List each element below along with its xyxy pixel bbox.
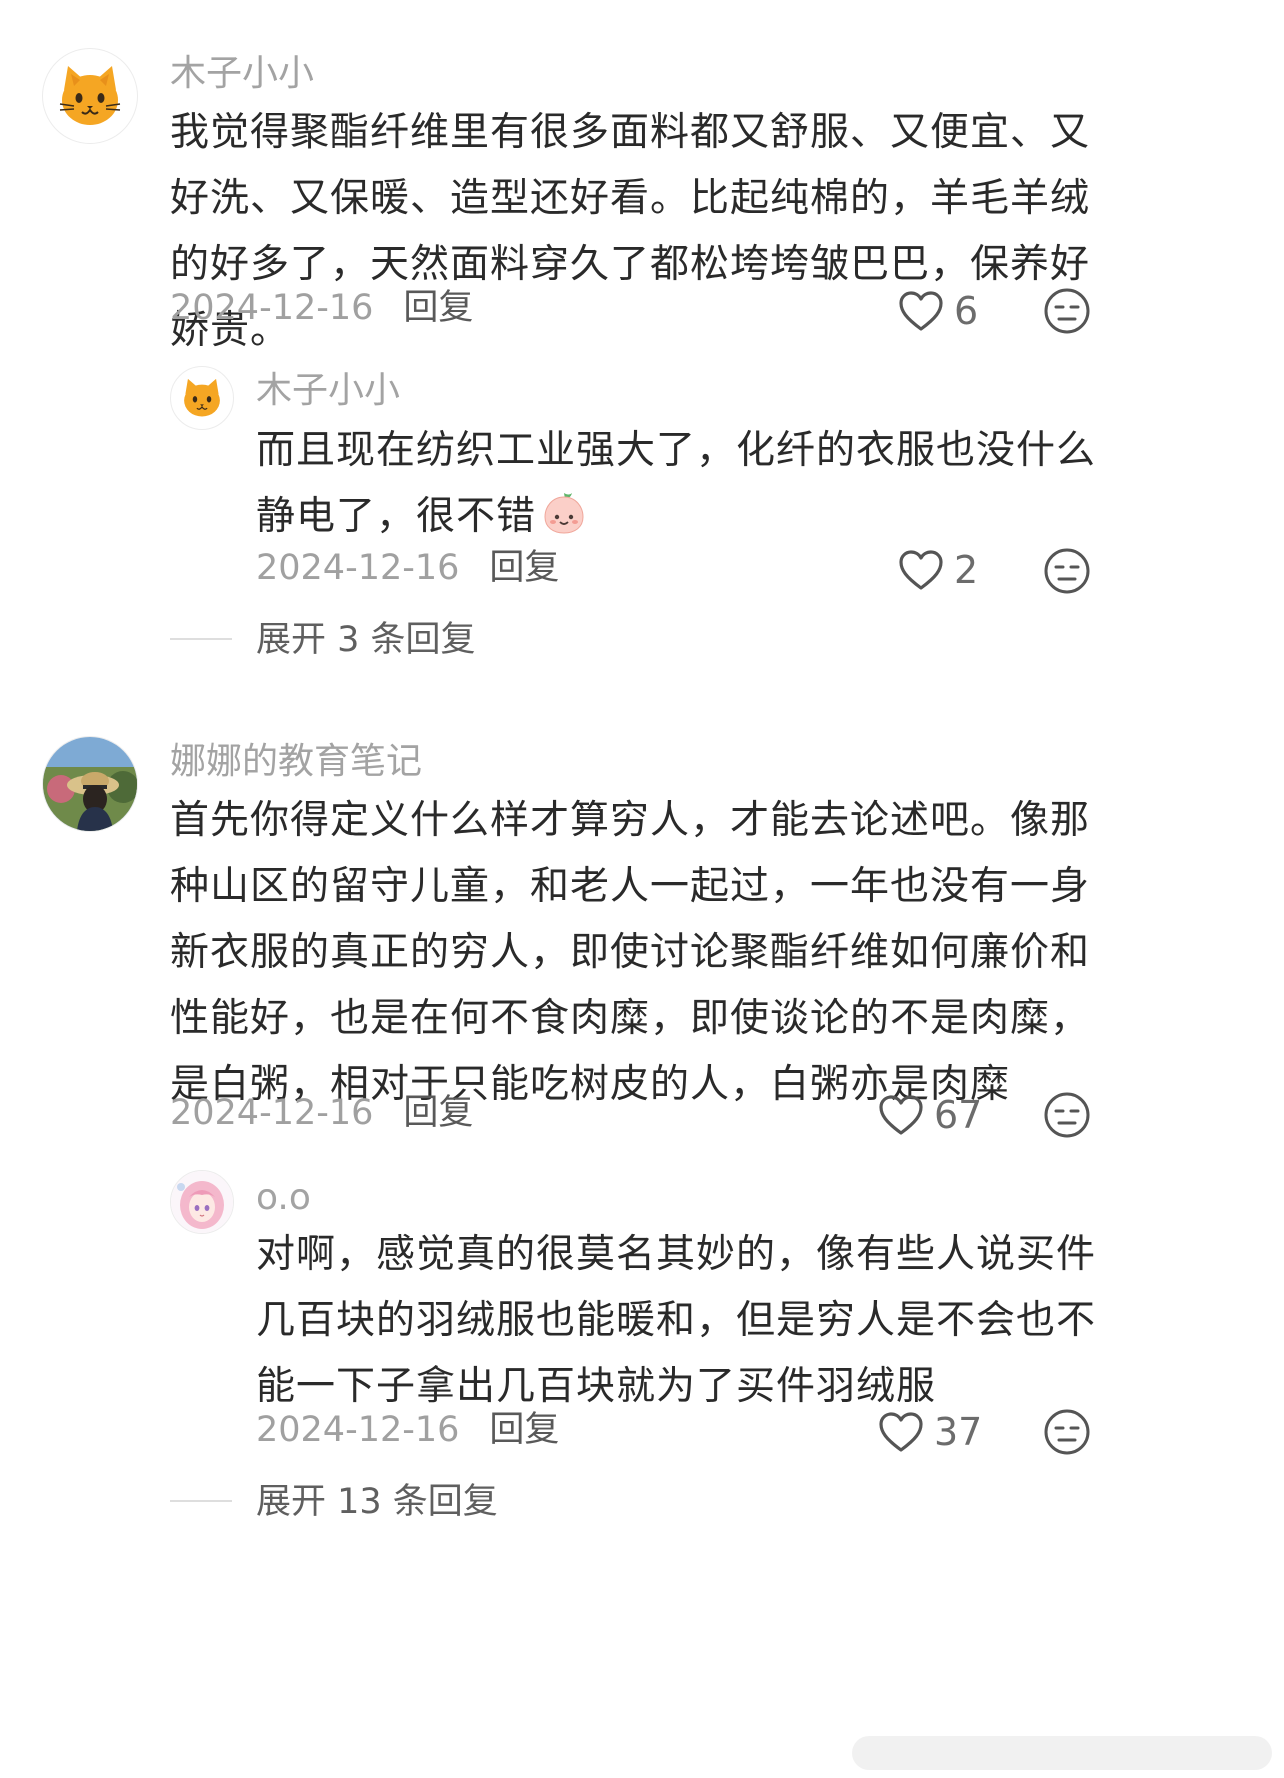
username[interactable]: o.o xyxy=(256,1180,311,1216)
like-button[interactable]: 37 xyxy=(878,1407,982,1457)
photo-girl-straw-hat-icon xyxy=(43,737,137,831)
watermark xyxy=(852,1736,1272,1770)
expand-divider xyxy=(170,638,232,640)
heart-outline-icon xyxy=(879,1095,923,1135)
reply-button[interactable]: 回复 xyxy=(403,1093,473,1133)
comment-date: 2024-12-16 xyxy=(170,288,374,328)
reply-meta: 2024-12-16 回复 xyxy=(256,1410,559,1450)
heart-outline-icon xyxy=(879,1412,923,1452)
comment-meta: 2024-12-16 回复 xyxy=(170,1093,473,1133)
comment-meta: 2024-12-16 回复 xyxy=(170,288,473,328)
expand-replies-button[interactable]: 展开 13 条回复 xyxy=(256,1482,498,1522)
reply-button[interactable]: 回复 xyxy=(489,548,559,588)
reply-text-block: 而且现在纺织工业强大了，化纤的衣服也没什么静电了，很不错 xyxy=(256,418,1096,550)
comment-date: 2024-12-16 xyxy=(170,1093,374,1133)
avatar[interactable] xyxy=(42,48,138,144)
peach-smile-emoji-icon xyxy=(544,493,584,534)
orange-cat-emoji-icon xyxy=(184,378,220,417)
avatar[interactable] xyxy=(170,366,234,430)
reply-text: 而且现在纺织工业强大了，化纤的衣服也没什么静电了，很不错 xyxy=(256,428,1097,539)
reply-button[interactable]: 回复 xyxy=(403,288,473,328)
expand-replies-button[interactable]: 展开 3 条回复 xyxy=(256,620,476,660)
avatar[interactable] xyxy=(42,736,138,832)
heart-outline-icon xyxy=(899,291,943,331)
reply-date: 2024-12-16 xyxy=(256,548,460,588)
like-button[interactable]: 67 xyxy=(878,1090,982,1140)
orange-cat-emoji-icon xyxy=(59,66,121,125)
username[interactable]: 娜娜的教育笔记 xyxy=(170,744,422,780)
neutral-face-icon[interactable] xyxy=(1042,1407,1092,1457)
neutral-face-icon[interactable] xyxy=(1042,1090,1092,1140)
anime-pink-hair-girl-icon xyxy=(171,1171,233,1233)
like-button[interactable]: 6 xyxy=(898,286,978,336)
like-count: 67 xyxy=(934,1093,983,1137)
reply-meta: 2024-12-16 回复 xyxy=(256,548,559,588)
expand-divider xyxy=(170,1500,232,1502)
comment-thread: 木子小小 我觉得聚酯纤维里有很多面料都又舒服、又便宜、又好洗、又保暖、造型还好看… xyxy=(0,0,1284,1778)
like-count: 6 xyxy=(954,289,979,333)
comment-text: 首先你得定义什么样才算穷人，才能去论述吧。像那种山区的留守儿童，和老人一起过，一… xyxy=(170,798,1091,1107)
neutral-face-icon[interactable] xyxy=(1042,546,1092,596)
like-count: 37 xyxy=(934,1410,983,1454)
reply-button[interactable]: 回复 xyxy=(489,1410,559,1450)
neutral-face-icon[interactable] xyxy=(1042,286,1092,336)
username[interactable]: 木子小小 xyxy=(170,56,314,92)
like-button[interactable]: 2 xyxy=(898,545,978,595)
heart-outline-icon xyxy=(899,550,943,590)
reply-text: 对啊，感觉真的很莫名其妙的，像有些人说买件几百块的羽绒服也能暖和，但是穷人是不会… xyxy=(256,1232,1097,1409)
username[interactable]: 木子小小 xyxy=(256,373,400,409)
like-count: 2 xyxy=(954,548,979,592)
avatar[interactable] xyxy=(170,1170,234,1234)
reply-date: 2024-12-16 xyxy=(256,1410,460,1450)
